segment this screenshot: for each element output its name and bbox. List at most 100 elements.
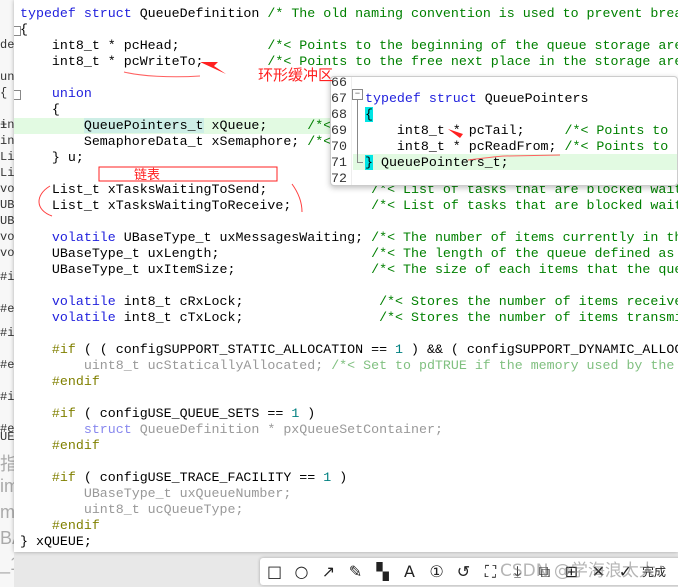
- code-token: struct: [20, 422, 140, 437]
- translate-icon: ⊞: [564, 562, 579, 581]
- background-fragment-large: 指): [0, 454, 14, 474]
- code-token: xQueue;: [203, 118, 308, 133]
- code-token: } xQUEUE;: [20, 534, 92, 549]
- save-tool-button[interactable]: ⤓: [507, 561, 528, 582]
- code-token: /*< Set to pdTRUE if the memory used by …: [331, 358, 675, 373]
- background-fragment: #en: [0, 302, 14, 316]
- copy-tool-button[interactable]: ⧉: [534, 561, 555, 582]
- pin-icon: ⛶: [484, 561, 497, 581]
- number-icon: ①: [429, 562, 444, 581]
- background-fragment-large: im: [0, 476, 14, 496]
- code-token: {: [365, 107, 373, 122]
- done-button[interactable]: 完成: [642, 561, 666, 582]
- code-line: #if ( configUSE_QUEUE_SETS == 1 ): [20, 406, 315, 422]
- code-line: } u;: [20, 150, 84, 166]
- background-fragment: vol: [0, 246, 14, 260]
- code-token: QueuePointers_t: [83, 118, 204, 133]
- background-fragment: #if: [0, 326, 14, 340]
- code-line: volatile UBaseType_t uxMessagesWaiting; …: [20, 230, 678, 246]
- background-fragment: vol: [0, 182, 14, 196]
- text-icon: A: [404, 562, 415, 581]
- line-number: 72: [331, 171, 347, 186]
- background-fragment: {: [0, 86, 8, 100]
- background-fragment: int: [0, 134, 14, 148]
- fold-collapse-icon[interactable]: −: [352, 89, 363, 100]
- code-token: {: [20, 102, 60, 117]
- translate-tool-button[interactable]: ⊞: [561, 561, 582, 582]
- code-line: typedef struct QueueDefinition /* The ol…: [20, 6, 678, 22]
- text-tool-button[interactable]: A: [399, 561, 420, 582]
- code-token: int8_t * pcTail;: [365, 123, 565, 138]
- code-line: #endif: [20, 438, 100, 454]
- code-line: } xQUEUE;: [20, 534, 92, 550]
- code-token: QueueDefinition * pxQueueSetContainer;: [139, 422, 443, 437]
- background-fragment: #if: [0, 390, 14, 404]
- code-token: /*< Points to the: [564, 123, 678, 138]
- rectangle-icon: □: [266, 562, 283, 581]
- code-line: #if ( ( configSUPPORT_STATIC_ALLOCATION …: [20, 342, 678, 358]
- code-line: {: [20, 102, 60, 118]
- code-token: }: [365, 155, 373, 170]
- code-token: ): [299, 406, 316, 421]
- code-token: ): [331, 470, 348, 485]
- background-fragment-large: BA: [0, 528, 14, 548]
- code-line: #endif: [20, 374, 100, 390]
- background-fragment-large: m: [0, 502, 14, 522]
- code-token: /*< Points to the: [564, 139, 678, 154]
- line-number: 67: [331, 91, 347, 106]
- popup-code-line: int8_t * pcReadFrom; /*< Points to the: [365, 139, 678, 155]
- code-line: struct QueueDefinition * pxQueueSetConta…: [20, 422, 443, 438]
- mosaic-tool-button[interactable]: ▚: [372, 561, 393, 582]
- number-tool-button[interactable]: ①: [426, 561, 447, 582]
- code-token: ) && ( configSUPPORT_DYNAMIC_ALLOCATION: [411, 342, 678, 357]
- code-token: /*< List of tasks that are blocked waiti…: [371, 198, 678, 213]
- save-icon: ⤓: [513, 561, 522, 581]
- background-fragment-large: _16): [0, 554, 14, 574]
- background-fragment: Lis: [0, 166, 14, 180]
- struct-definition-popup: − 66 67 68 69 70 71 72 typedef struct QueuePoin…: [330, 76, 678, 186]
- code-line: uint8_t ucQueueType;: [20, 502, 244, 518]
- code-token: {: [20, 22, 28, 37]
- popup-code-line: int8_t * pcTail; /*< Points to the: [365, 123, 678, 139]
- code-line: #endif: [20, 518, 100, 534]
- code-token: typedef struct: [365, 91, 485, 106]
- code-line: int8_t * pcWriteTo; /*< Points to the fr…: [20, 54, 678, 70]
- code-line: QueuePointers_t xQueue; /*<: [20, 118, 331, 134]
- confirm-tool-button[interactable]: ✓: [615, 561, 636, 582]
- code-token: UBaseType_t uxItemSize;: [20, 262, 372, 277]
- code-token: /*< The number of items currently in the: [371, 230, 678, 245]
- close-icon: ✕: [591, 562, 606, 581]
- code-token: uint8_t ucStaticallyAllocated;: [20, 358, 332, 373]
- code-line: union: [20, 86, 92, 102]
- undo-tool-button[interactable]: ↺: [453, 561, 474, 582]
- code-token: volatile: [20, 230, 124, 245]
- code-line: UBaseType_t uxQueueNumber;: [20, 486, 291, 502]
- code-token: /* The old naming convention is used to …: [267, 6, 678, 21]
- close-tool-button[interactable]: ✕: [588, 561, 609, 582]
- code-token: #endif: [20, 518, 100, 533]
- line-number: 71: [331, 155, 347, 170]
- code-token: /*< Stores the number of items transmitt…: [379, 310, 678, 325]
- rectangle-tool-button[interactable]: □: [264, 561, 285, 582]
- line-number: 66: [331, 76, 347, 90]
- background-fragment: UEU: [0, 430, 14, 444]
- ellipse-tool-button[interactable]: ○: [291, 561, 312, 582]
- code-token: UBaseType_t uxQueueNumber;: [20, 486, 292, 501]
- background-fragment: + u: [0, 118, 8, 132]
- code-line: SemaphoreData_t xSemaphore; /*<: [20, 134, 331, 150]
- background-fragment: vol: [0, 230, 14, 244]
- copy-icon: ⧉: [538, 561, 551, 581]
- code-token: ( ( configSUPPORT_STATIC_ALLOCATION ==: [75, 342, 396, 357]
- code-token: UBaseType_t uxMessagesWaiting;: [123, 230, 372, 245]
- pin-tool-button[interactable]: ⛶: [480, 561, 501, 582]
- code-token: /*< The size of each items that the queu…: [371, 262, 678, 277]
- screenshot-toolbar: □ ○ ↗ ✎ ▚ A ① ↺ ⛶ ⤓ ⧉ ⊞ ✕ ✓ 完成: [260, 558, 678, 585]
- code-token: List_t xTasksWaitingToReceive;: [20, 198, 372, 213]
- popup-code-line: typedef struct QueuePointers: [365, 91, 588, 107]
- code-token: int8_t * pcHead;: [20, 38, 268, 53]
- arrow-tool-button[interactable]: ↗: [318, 561, 339, 582]
- pen-tool-button[interactable]: ✎: [345, 561, 366, 582]
- code-token: SemaphoreData_t xSemaphore;: [20, 134, 308, 149]
- code-token: 1: [395, 342, 404, 357]
